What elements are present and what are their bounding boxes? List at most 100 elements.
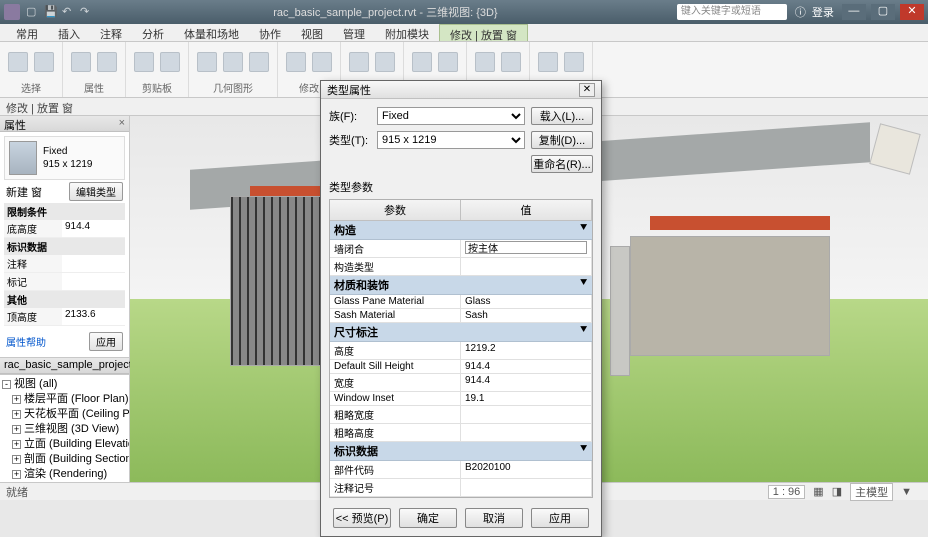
param-value[interactable]: 914.4: [461, 374, 592, 391]
property-section-header[interactable]: 其他: [4, 291, 125, 308]
properties-help-link[interactable]: 属性帮助: [6, 334, 46, 349]
apply-button[interactable]: 应用: [531, 508, 589, 528]
property-value[interactable]: 914.4: [62, 220, 125, 237]
app-icon[interactable]: [4, 4, 20, 20]
collapse-icon[interactable]: ⯆: [579, 277, 588, 293]
type-select[interactable]: 915 x 1219: [377, 131, 525, 149]
param-value[interactable]: 914.4: [461, 360, 592, 373]
param-value[interactable]: [461, 258, 592, 275]
ribbon-tab[interactable]: 视图: [291, 24, 333, 41]
property-value[interactable]: 2133.6: [62, 308, 125, 325]
rename-button[interactable]: 重命名(R)...: [531, 155, 593, 173]
property-section-header[interactable]: 标识数据: [4, 238, 125, 255]
ribbon-tab[interactable]: 插入: [48, 24, 90, 41]
param-value[interactable]: 1219.2: [461, 342, 592, 359]
properties-apply-button[interactable]: 应用: [89, 332, 123, 351]
ribbon-tab[interactable]: 常用: [6, 24, 48, 41]
ribbon-tool-icon[interactable]: [249, 52, 269, 72]
collapse-icon[interactable]: ⯆: [579, 222, 588, 238]
ribbon-tab[interactable]: 分析: [132, 24, 174, 41]
qat-redo-icon[interactable]: ↷: [80, 5, 94, 19]
scale-display[interactable]: 1 : 96: [768, 485, 806, 499]
ribbon-tool-icon[interactable]: [97, 52, 117, 72]
info-icon[interactable]: ⓘ: [795, 4, 806, 20]
ribbon-tab[interactable]: 体量和场地: [174, 24, 249, 41]
param-group-header[interactable]: 材质和装饰⯆: [330, 276, 592, 295]
tree-toggle-icon[interactable]: +: [12, 410, 21, 419]
qat-save-icon[interactable]: 💾: [44, 5, 58, 19]
type-selector[interactable]: Fixed 915 x 1219: [4, 136, 125, 180]
param-value[interactable]: Glass: [461, 295, 592, 308]
family-select[interactable]: Fixed: [377, 107, 525, 125]
tree-node[interactable]: -视图 (all): [2, 377, 127, 392]
ribbon-tool-icon[interactable]: [475, 52, 495, 72]
filter-icon[interactable]: ▼: [901, 486, 912, 498]
ribbon-tool-icon[interactable]: [197, 52, 217, 72]
ribbon-tool-icon[interactable]: [312, 52, 332, 72]
param-value[interactable]: B2020100: [461, 461, 592, 478]
cancel-button[interactable]: 取消: [465, 508, 523, 528]
param-value[interactable]: Sash: [461, 309, 592, 322]
tree-node[interactable]: +渲染 (Rendering): [2, 467, 127, 482]
ok-button[interactable]: 确定: [399, 508, 457, 528]
edit-type-button[interactable]: 编辑类型: [69, 182, 123, 201]
ribbon-tool-icon[interactable]: [412, 52, 432, 72]
property-value[interactable]: [62, 273, 125, 290]
close-button[interactable]: ✕: [900, 4, 924, 20]
ribbon-tool-icon[interactable]: [286, 52, 306, 72]
ribbon-tool-icon[interactable]: [134, 52, 154, 72]
ribbon-tab[interactable]: 注释: [90, 24, 132, 41]
ribbon-tab[interactable]: 协作: [249, 24, 291, 41]
ribbon-tool-icon[interactable]: [71, 52, 91, 72]
duplicate-button[interactable]: 复制(D)...: [531, 131, 593, 149]
param-value-input[interactable]: [465, 241, 587, 254]
tree-node[interactable]: +天花板平面 (Ceiling Plan): [2, 407, 127, 422]
qat-undo-icon[interactable]: ↶: [62, 5, 76, 19]
param-group-header[interactable]: 尺寸标注⯆: [330, 323, 592, 342]
project-browser[interactable]: -视图 (all)+楼层平面 (Floor Plan)+天花板平面 (Ceili…: [0, 374, 129, 482]
ribbon-tool-icon[interactable]: [8, 52, 28, 72]
ribbon-tab[interactable]: 修改 | 放置 窗: [439, 24, 528, 41]
ribbon-tool-icon[interactable]: [501, 52, 521, 72]
param-value[interactable]: 19.1: [461, 392, 592, 405]
dialog-close-icon[interactable]: ✕: [579, 83, 595, 97]
tree-node[interactable]: +剖面 (Building Section): [2, 452, 127, 467]
param-value[interactable]: [461, 424, 592, 441]
workset-display[interactable]: 主模型: [850, 483, 893, 501]
properties-close-icon[interactable]: ×: [119, 117, 125, 130]
qat-open-icon[interactable]: ▢: [26, 5, 40, 19]
help-search-input[interactable]: 键入关键字或短语: [677, 4, 787, 20]
ribbon-tool-icon[interactable]: [564, 52, 584, 72]
tree-toggle-icon[interactable]: +: [12, 455, 21, 464]
load-button[interactable]: 载入(L)...: [531, 107, 593, 125]
ribbon-tool-icon[interactable]: [349, 52, 369, 72]
param-value[interactable]: [461, 240, 592, 257]
tree-toggle-icon[interactable]: -: [2, 380, 11, 389]
param-value[interactable]: [461, 479, 592, 496]
tree-node[interactable]: +三维视图 (3D View): [2, 422, 127, 437]
tree-toggle-icon[interactable]: +: [12, 395, 21, 404]
minimize-button[interactable]: —: [842, 4, 866, 20]
tree-node[interactable]: +立面 (Building Elevation): [2, 437, 127, 452]
ribbon-tool-icon[interactable]: [438, 52, 458, 72]
property-section-header[interactable]: 限制条件: [4, 203, 125, 220]
login-link[interactable]: 登录: [812, 4, 834, 20]
ribbon-tool-icon[interactable]: [34, 52, 54, 72]
ribbon-tool-icon[interactable]: [223, 52, 243, 72]
param-group-header[interactable]: 构造⯆: [330, 221, 592, 240]
ribbon-tool-icon[interactable]: [538, 52, 558, 72]
tree-toggle-icon[interactable]: +: [12, 425, 21, 434]
collapse-icon[interactable]: ⯆: [579, 443, 588, 459]
param-value[interactable]: [461, 406, 592, 423]
dialog-title-bar[interactable]: 类型属性 ✕: [321, 81, 601, 99]
tree-toggle-icon[interactable]: +: [12, 470, 21, 479]
ribbon-tool-icon[interactable]: [375, 52, 395, 72]
maximize-button[interactable]: ▢: [871, 4, 895, 20]
tree-node[interactable]: +楼层平面 (Floor Plan): [2, 392, 127, 407]
detail-level-icon[interactable]: ▦: [813, 485, 823, 498]
property-value[interactable]: [62, 255, 125, 272]
ribbon-tool-icon[interactable]: [160, 52, 180, 72]
param-group-header[interactable]: 标识数据⯆: [330, 442, 592, 461]
tree-toggle-icon[interactable]: +: [12, 440, 21, 449]
ribbon-tab[interactable]: 附加模块: [375, 24, 439, 41]
